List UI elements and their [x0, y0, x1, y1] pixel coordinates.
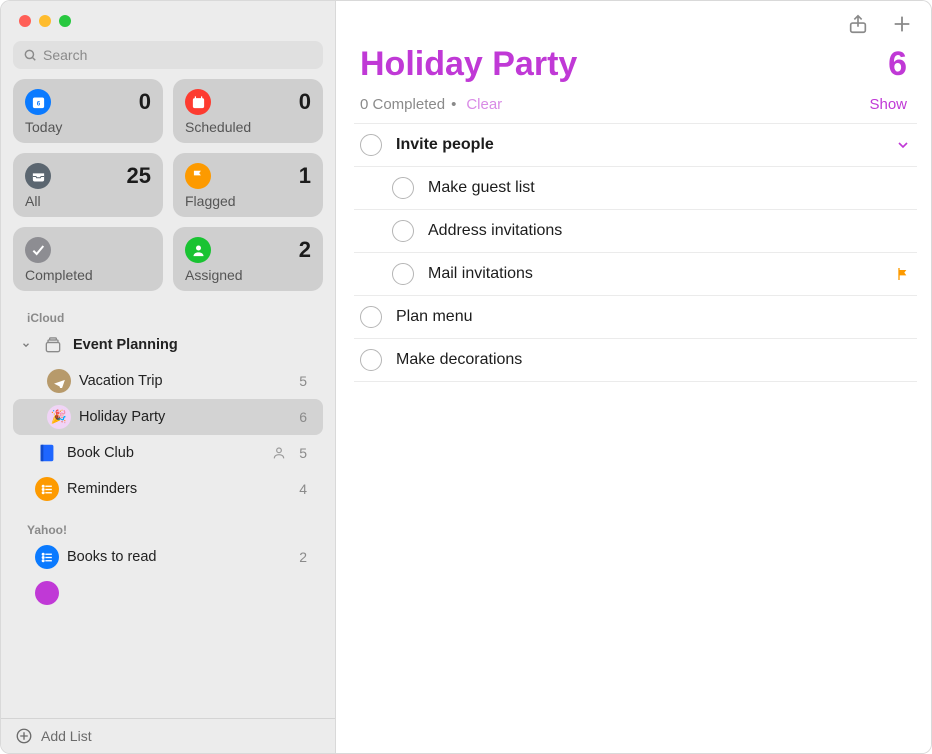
minimize-window-button[interactable]	[39, 15, 51, 27]
reminder-title: Invite people	[396, 136, 881, 154]
toolbar	[336, 1, 931, 41]
smart-list-count: 0	[299, 89, 311, 115]
completed-count-text: 0 Completed	[360, 96, 445, 113]
smart-list-all[interactable]: 25 All	[13, 153, 163, 217]
smart-lists: 6 0 Today 0 Scheduled	[1, 79, 335, 303]
smart-list-count: 25	[127, 163, 151, 189]
reminder-title: Address invitations	[428, 222, 911, 240]
smart-list-count: 1	[299, 163, 311, 189]
sidebar: 6 0 Today 0 Scheduled	[1, 1, 336, 753]
search-icon	[23, 48, 37, 62]
reminder-title: Mail invitations	[428, 265, 881, 283]
smart-list-count: 2	[299, 237, 311, 263]
reminder-title: Make decorations	[396, 351, 911, 369]
close-window-button[interactable]	[19, 15, 31, 27]
complete-toggle[interactable]	[360, 349, 382, 371]
list-count: 2	[299, 549, 307, 565]
smart-list-count: 0	[139, 89, 151, 115]
separator-dot: •	[451, 96, 456, 113]
reminder-title: Plan menu	[396, 308, 911, 326]
complete-toggle[interactable]	[392, 177, 414, 199]
reminder-subitem[interactable]: Address invitations	[354, 210, 917, 253]
list-holiday-party[interactable]: 🎉 Holiday Party 6	[13, 399, 323, 435]
list-book-club[interactable]: Book Club 5	[13, 435, 323, 471]
show-completed-button[interactable]: Show	[869, 96, 907, 113]
reminder-item[interactable]: Plan menu	[354, 296, 917, 339]
list-label: Books to read	[67, 549, 291, 565]
calendar-today-icon: 6	[25, 89, 51, 115]
search-input[interactable]	[43, 47, 313, 63]
calendar-icon	[185, 89, 211, 115]
svg-text:6: 6	[36, 100, 40, 107]
add-reminder-button[interactable]	[891, 13, 913, 35]
smart-list-label: Flagged	[185, 193, 311, 209]
reminder-subitem[interactable]: Mail invitations	[354, 253, 917, 296]
list-icon	[35, 581, 59, 605]
list-partial-hidden[interactable]	[13, 575, 323, 611]
smart-list-label: Scheduled	[185, 119, 311, 135]
smart-list-today[interactable]: 6 0 Today	[13, 79, 163, 143]
reminder-items: Invite people Make guest list Address in…	[336, 124, 931, 382]
smart-list-label: Assigned	[185, 267, 311, 283]
smart-list-completed[interactable]: Completed	[13, 227, 163, 291]
group-label: Event Planning	[73, 337, 307, 353]
party-icon: 🎉	[47, 405, 71, 429]
person-icon	[185, 237, 211, 263]
flag-icon	[895, 266, 911, 282]
search-field[interactable]	[13, 41, 323, 69]
reminder-subitem[interactable]: Make guest list	[354, 167, 917, 210]
complete-toggle[interactable]	[360, 134, 382, 156]
smart-list-label: All	[25, 193, 151, 209]
book-icon	[35, 441, 59, 465]
zoom-window-button[interactable]	[59, 15, 71, 27]
chevron-down-icon	[21, 340, 33, 350]
main-panel: Holiday Party 6 0 Completed • Clear Show…	[336, 1, 931, 753]
reminder-title: Make guest list	[428, 179, 911, 197]
list-total-count: 6	[888, 45, 907, 84]
list-icon	[35, 545, 59, 569]
list-label: Reminders	[67, 481, 291, 497]
window-controls	[1, 1, 335, 35]
list-count: 6	[299, 409, 307, 425]
list-icon	[35, 477, 59, 501]
smart-list-flagged[interactable]: 1 Flagged	[173, 153, 323, 217]
reminder-item[interactable]: Invite people	[354, 124, 917, 167]
complete-toggle[interactable]	[360, 306, 382, 328]
list-label: Holiday Party	[79, 409, 291, 425]
share-button[interactable]	[847, 13, 869, 35]
flag-icon	[185, 163, 211, 189]
list-vacation-trip[interactable]: Vacation Trip 5	[13, 363, 323, 399]
list-count: 4	[299, 481, 307, 497]
tray-icon	[25, 163, 51, 189]
list-label: Vacation Trip	[79, 373, 291, 389]
complete-toggle[interactable]	[392, 220, 414, 242]
lists-tree: iCloud Event Planning Vacation Trip 5 🎉	[1, 303, 335, 718]
list-label: Book Club	[67, 445, 263, 461]
list-books-to-read[interactable]: Books to read 2	[13, 539, 323, 575]
complete-toggle[interactable]	[392, 263, 414, 285]
shared-icon	[271, 445, 287, 461]
smart-list-label: Today	[25, 119, 151, 135]
list-reminders[interactable]: Reminders 4	[13, 471, 323, 507]
plane-icon	[47, 369, 71, 393]
list-title: Holiday Party	[360, 45, 888, 84]
folder-stack-icon	[41, 333, 65, 357]
smart-list-label: Completed	[25, 267, 151, 283]
checkmark-icon	[25, 237, 51, 263]
add-list-label: Add List	[41, 728, 92, 744]
clear-completed-button[interactable]: Clear	[466, 96, 502, 113]
group-event-planning[interactable]: Event Planning	[13, 327, 323, 363]
add-list-button[interactable]: Add List	[1, 718, 335, 753]
chevron-down-icon[interactable]	[895, 137, 911, 153]
list-count: 5	[299, 373, 307, 389]
list-count: 5	[299, 445, 307, 461]
account-header-icloud: iCloud	[5, 307, 331, 327]
app-window: 6 0 Today 0 Scheduled	[0, 0, 932, 754]
account-header-yahoo: Yahoo!	[5, 519, 331, 539]
smart-list-scheduled[interactable]: 0 Scheduled	[173, 79, 323, 143]
reminder-item[interactable]: Make decorations	[354, 339, 917, 382]
plus-circle-icon	[15, 727, 33, 745]
smart-list-assigned[interactable]: 2 Assigned	[173, 227, 323, 291]
